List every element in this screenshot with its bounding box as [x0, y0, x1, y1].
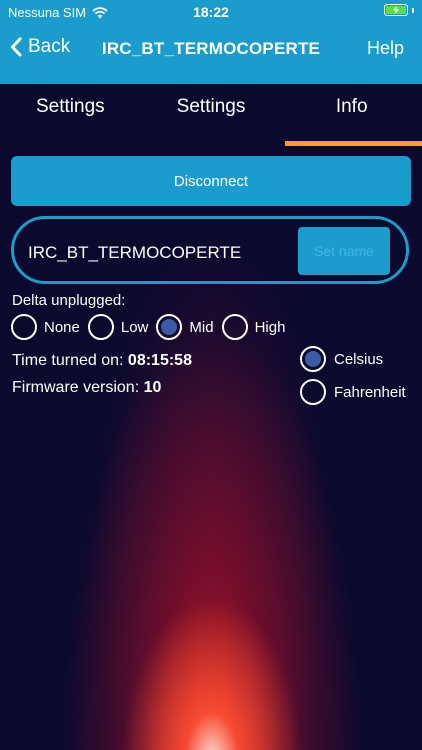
page-title: IRC_BT_TERMOCOPERTE: [101, 39, 321, 58]
time-turned-on-value: 08:15:58: [127, 352, 192, 369]
unit-option-fahrenheit[interactable]: Fahrenheit: [300, 379, 406, 405]
radio-none[interactable]: [11, 314, 37, 340]
firmware-version-label: Firmware version:: [12, 379, 140, 396]
radio-celsius[interactable]: [300, 346, 326, 372]
radio-label-celsius: Celsius: [334, 350, 384, 368]
tab-settings-1[interactable]: Settings: [0, 84, 141, 146]
delta-radio-group: None Low Mid High: [11, 314, 293, 340]
radio-fahrenheit[interactable]: [300, 379, 326, 405]
battery-tip: [412, 7, 414, 13]
help-button[interactable]: Help: [367, 38, 404, 59]
tab-bar: Settings Settings Info: [0, 84, 422, 146]
nav-bar: Back IRC_BT_TERMOCOPERTE Help: [0, 30, 422, 70]
unit-option-celsius[interactable]: Celsius: [300, 346, 406, 372]
delta-option-high[interactable]: High: [221, 314, 286, 340]
radio-label-high: High: [254, 318, 286, 336]
radio-label-low: Low: [120, 318, 149, 336]
radio-high[interactable]: [221, 314, 248, 340]
disconnect-button[interactable]: Disconnect: [11, 156, 411, 206]
set-name-button[interactable]: Set name: [298, 227, 390, 275]
status-bar: Nessuna SIM 18:22: [0, 0, 422, 24]
delta-unplugged-label: Delta unplugged:: [12, 292, 126, 309]
firmware-version: Firmware version: 10: [12, 379, 161, 397]
delta-option-none[interactable]: None: [11, 314, 80, 340]
battery-icon: [384, 4, 414, 16]
radio-label-mid: Mid: [189, 318, 214, 336]
radio-mid[interactable]: [156, 314, 183, 340]
firmware-version-value: 10: [143, 379, 162, 396]
delta-option-low[interactable]: Low: [87, 314, 149, 340]
battery-body: [384, 4, 408, 16]
tab-settings-2[interactable]: Settings: [141, 84, 282, 146]
charging-bolt-icon: [393, 6, 399, 14]
time-turned-on: Time turned on: 08:15:58: [12, 352, 192, 370]
radio-low[interactable]: [87, 314, 114, 340]
device-name-field: Set name: [11, 216, 409, 284]
status-time: 18:22: [193, 4, 229, 20]
battery-fill: [386, 6, 406, 14]
header: Nessuna SIM 18:22 Back IRC_BT_TERMOCOPER…: [0, 0, 422, 84]
time-turned-on-label: Time turned on:: [12, 352, 124, 369]
tab-info[interactable]: Info: [281, 84, 422, 146]
radio-label-none: None: [44, 318, 80, 336]
delta-option-mid[interactable]: Mid: [156, 314, 214, 340]
temperature-unit-group: Celsius Fahrenheit: [300, 346, 406, 412]
radio-label-fahrenheit: Fahrenheit: [334, 383, 406, 401]
device-name-input[interactable]: [28, 241, 298, 265]
app-screen: Nessuna SIM 18:22 Back IRC_BT_TERMOCOPER…: [0, 0, 422, 750]
